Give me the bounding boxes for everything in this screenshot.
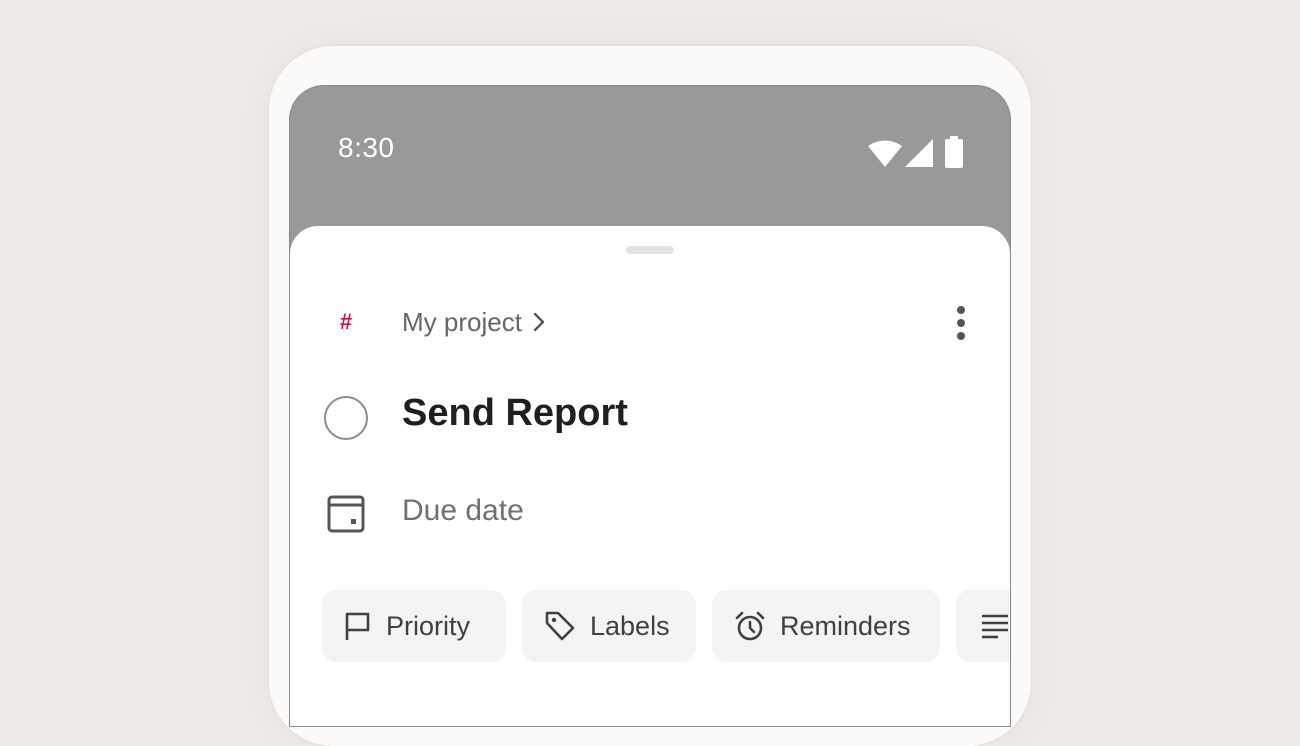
drag-handle[interactable]	[626, 246, 674, 254]
phone-screen: 8:30 # My project Send Report Due date P…	[290, 86, 1010, 726]
priority-chip[interactable]: Priority	[322, 590, 506, 662]
tag-icon	[545, 611, 575, 641]
status-time: 8:30	[338, 132, 395, 163]
alarm-icon	[735, 611, 765, 641]
reminders-label: Reminders	[780, 610, 911, 641]
flag-icon	[345, 612, 370, 640]
chevron-right-icon	[533, 312, 545, 332]
due-date-field[interactable]: Due date	[402, 494, 524, 528]
wifi-icon	[868, 140, 902, 167]
reminders-chip[interactable]: Reminders	[712, 590, 940, 662]
battery-icon	[945, 136, 963, 168]
description-chip[interactable]	[956, 590, 1010, 662]
hash-icon: #	[339, 309, 353, 334]
task-title[interactable]: Send Report	[402, 392, 628, 435]
priority-label: Priority	[386, 610, 471, 641]
project-selector[interactable]: My project	[402, 304, 546, 340]
description-icon	[982, 614, 1008, 639]
more-vertical-icon[interactable]	[950, 306, 972, 340]
signal-icon	[905, 139, 933, 167]
project-name: My project	[402, 306, 522, 337]
status-icons	[868, 136, 968, 168]
labels-chip[interactable]: Labels	[522, 590, 696, 662]
task-detail-sheet: # My project Send Report Due date Priori…	[290, 226, 1010, 726]
labels-label: Labels	[590, 610, 670, 641]
task-complete-checkbox[interactable]	[324, 396, 368, 440]
calendar-icon	[327, 495, 365, 533]
